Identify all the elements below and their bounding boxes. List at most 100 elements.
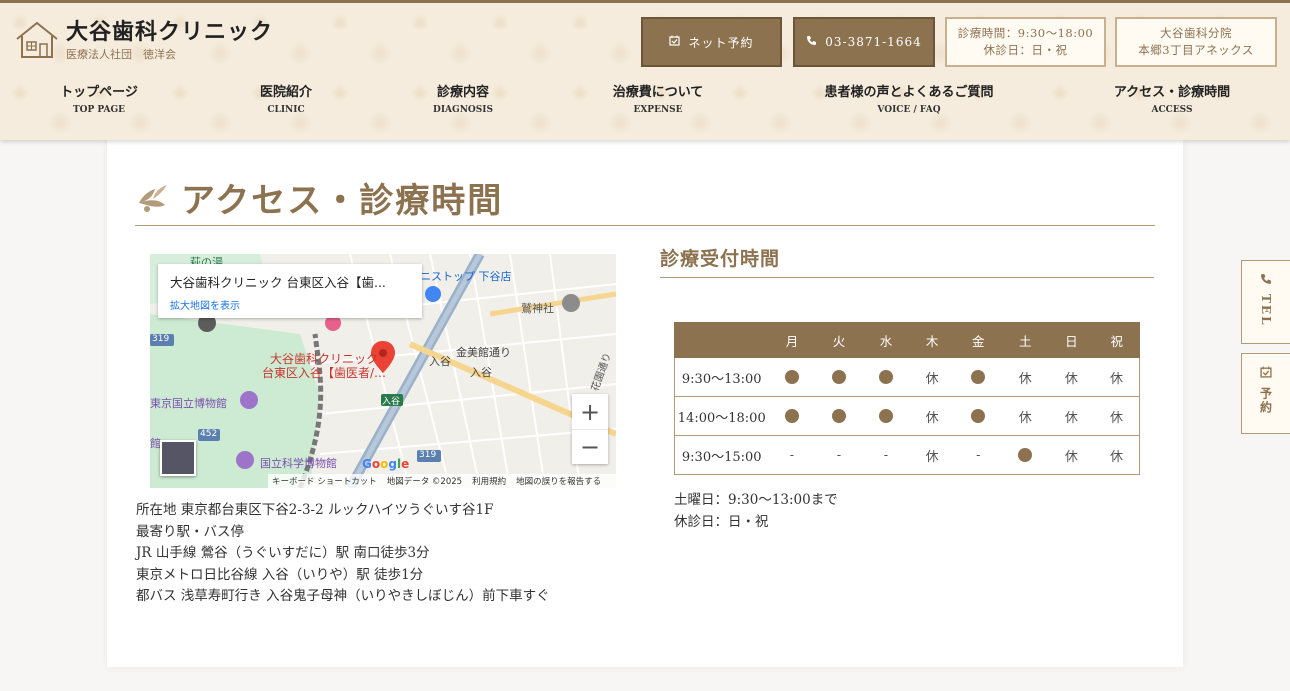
phone-button[interactable]: 03-3871-1664 (793, 17, 935, 67)
access-card: アクセス・診療時間 大谷歯科クリニック 台東区入谷【歯医者/… ニストップ 下谷… (107, 140, 1183, 667)
nav-sublabel: VOICE / FAQ (877, 105, 941, 115)
schedule-cell: - (862, 435, 910, 475)
terms-link[interactable]: 利用規約 (472, 475, 506, 487)
nav-sublabel: CLINIC (267, 105, 305, 115)
address-line: 東京メトロ日比谷線 入谷（いりや）駅 徒歩1分 (136, 566, 424, 583)
schedule-cell-open (1001, 435, 1049, 475)
address-line: JR 山手線 鶯谷（うぐいすだに）駅 南口徒歩3分 (136, 545, 430, 561)
open-dot-icon (878, 409, 893, 423)
schedule-cell: - (954, 435, 1002, 475)
main-nav: トップページ TOP PAGE 医院紹介 CLINIC 診療内容 DIAGNOS… (0, 83, 1290, 123)
day-header: 水 (861, 322, 910, 358)
nav-item-expense[interactable]: 治療費について EXPENSE (613, 83, 704, 117)
nav-label: 治療費について (612, 85, 704, 100)
branch-line-2: 本郷3丁目アネックス (1138, 43, 1254, 57)
nav-sublabel: TOP PAGE (72, 105, 126, 115)
nav-label: 患者様の声とよくあるご質問 (824, 85, 994, 100)
nav-item-access[interactable]: アクセス・診療時間 ACCESS (1114, 83, 1230, 117)
hours-line-1: 診療時間：9:30〜18:00 (957, 26, 1094, 40)
keyboard-shortcuts-link[interactable]: キーボード ショートカット (272, 475, 377, 487)
nav-item-clinic[interactable]: 医院紹介 CLINIC (260, 83, 312, 117)
schedule-title: 診療受付時間 (660, 244, 1154, 278)
zoom-in-button[interactable]: + (572, 394, 608, 429)
schedule-cell: 休 (1094, 396, 1141, 436)
day-header: 祝 (1093, 322, 1141, 358)
schedule-cell: 休 (1094, 357, 1141, 397)
open-dot-icon (784, 370, 799, 384)
open-dot-icon (971, 370, 986, 384)
saturday-note: 土曜日：9:30〜13:00まで (674, 492, 838, 508)
net-reserve-label: ネット予約 (688, 35, 754, 50)
open-dot-icon (784, 409, 799, 423)
map-label-iriya-station: 入谷 (429, 355, 451, 368)
address-block: 所在地 東京都台東区下谷2-3-2 ルックハイツうぐいす谷1F 最寄り駅・バス停… (136, 500, 550, 608)
schedule-cell: 休 (1001, 396, 1049, 436)
nav-label: 診療内容 (436, 85, 489, 100)
closed-days-note: 休診日：日・祝 (674, 513, 769, 530)
schedule-cell-open (768, 357, 816, 397)
nav-sublabel: DIAGNOSIS (433, 105, 493, 115)
map-info-title: 大谷歯科クリニック 台東区入谷【歯... (170, 275, 386, 290)
schedule-cell: 休 (1048, 396, 1095, 436)
nav-sublabel: EXPENSE (633, 105, 683, 115)
map-enlarge-link[interactable]: 拡大地図を表示 (170, 297, 410, 312)
schedule-cell-open (954, 396, 1002, 436)
day-header: 木 (908, 322, 956, 358)
site-header: 大谷歯科クリニック 医療法人社団 徳洋会 ネット予約 03-3871-1664 … (0, 0, 1290, 140)
open-dot-icon (971, 409, 986, 423)
nav-item-faq[interactable]: 患者様の声とよくあるご質問 VOICE / FAQ (824, 83, 993, 117)
schedule-cell-open (815, 396, 863, 436)
report-error-link[interactable]: 地図の誤りを報告する (516, 475, 601, 487)
day-header: 日 (1048, 322, 1095, 358)
open-dot-icon (831, 409, 846, 423)
map-road-319a: 319 (152, 334, 170, 344)
map-pin-label-2: 台東区入谷【歯医者/… (262, 366, 387, 380)
schedule-cell: - (815, 435, 863, 475)
leaf-ornament-icon (139, 184, 167, 212)
branch-link[interactable]: 大谷歯科分院 本郷3丁目アネックス (1115, 17, 1277, 67)
phone-number: 03-3871-1664 (825, 35, 922, 49)
address-line: 所在地 東京都台東区下谷2-3-2 ルックハイツうぐいす谷1F (136, 502, 494, 518)
schedule-time: 9:30〜15:00 (674, 435, 769, 475)
side-reserve-tab[interactable]: 予約 (1241, 353, 1290, 434)
day-header: 金 (954, 322, 1003, 358)
schedule-row: 9:30〜13:00 休休休休 (674, 357, 1141, 397)
nav-sublabel: ACCESS (1151, 105, 1193, 115)
schedule-cell: 休 (909, 435, 955, 475)
page-heading: アクセス・診療時間 (181, 181, 504, 221)
day-header: 火 (814, 322, 863, 358)
schedule-cell: - (768, 435, 816, 475)
branch-line-1: 大谷歯科分院 (1160, 26, 1232, 40)
map-zoom-control: + − (572, 394, 608, 464)
schedule-time: 14:00〜18:00 (674, 396, 769, 436)
calendar-check-icon (669, 35, 681, 49)
schedule-header-row: 月 火 水 木 金 土 日 祝 (674, 322, 1141, 358)
schedule-cell-open (862, 357, 910, 397)
satellite-toggle[interactable] (160, 440, 196, 476)
schedule-cell-open (862, 396, 910, 436)
side-reserve-label: 予約 (1258, 387, 1273, 415)
zoom-out-button[interactable]: − (572, 429, 608, 464)
map-label-iriya: 入谷 (470, 366, 492, 379)
schedule-corner (674, 322, 769, 358)
map-footer: キーボード ショートカット 地図データ ©2025 利用規約 地図の誤りを報告す… (268, 474, 616, 488)
schedule-notes: 土曜日：9:30〜13:00まで 休診日：日・祝 (674, 490, 838, 533)
map-iriya-sign: 入谷 (382, 397, 401, 407)
day-header: 月 (768, 322, 816, 358)
logo[interactable]: 大谷歯科クリニック 医療法人社団 徳洋会 (14, 19, 273, 62)
google-map[interactable]: 大谷歯科クリニック 台東区入谷【歯医者/… ニストップ 下谷店 鷲神社 金美館通… (150, 254, 616, 488)
schedule-cell: 休 (1048, 357, 1095, 397)
nav-label: トップページ (60, 85, 138, 100)
map-label-convenience: ニストップ 下谷店 (420, 270, 512, 283)
schedule-cell-open (954, 357, 1002, 397)
day-header: 土 (1001, 322, 1050, 358)
nav-item-diagnosis[interactable]: 診療内容 DIAGNOSIS (433, 83, 493, 117)
side-tel-tab[interactable]: TEL (1241, 260, 1290, 344)
nav-item-top[interactable]: トップページ TOP PAGE (60, 83, 138, 117)
phone-icon (1260, 273, 1272, 288)
net-reserve-button[interactable]: ネット予約 (641, 17, 782, 67)
schedule-cell-open (768, 396, 816, 436)
schedule-cell: 休 (1048, 435, 1095, 475)
side-tel-label: TEL (1259, 294, 1273, 327)
address-line: 最寄り駅・バス停 (136, 523, 244, 540)
